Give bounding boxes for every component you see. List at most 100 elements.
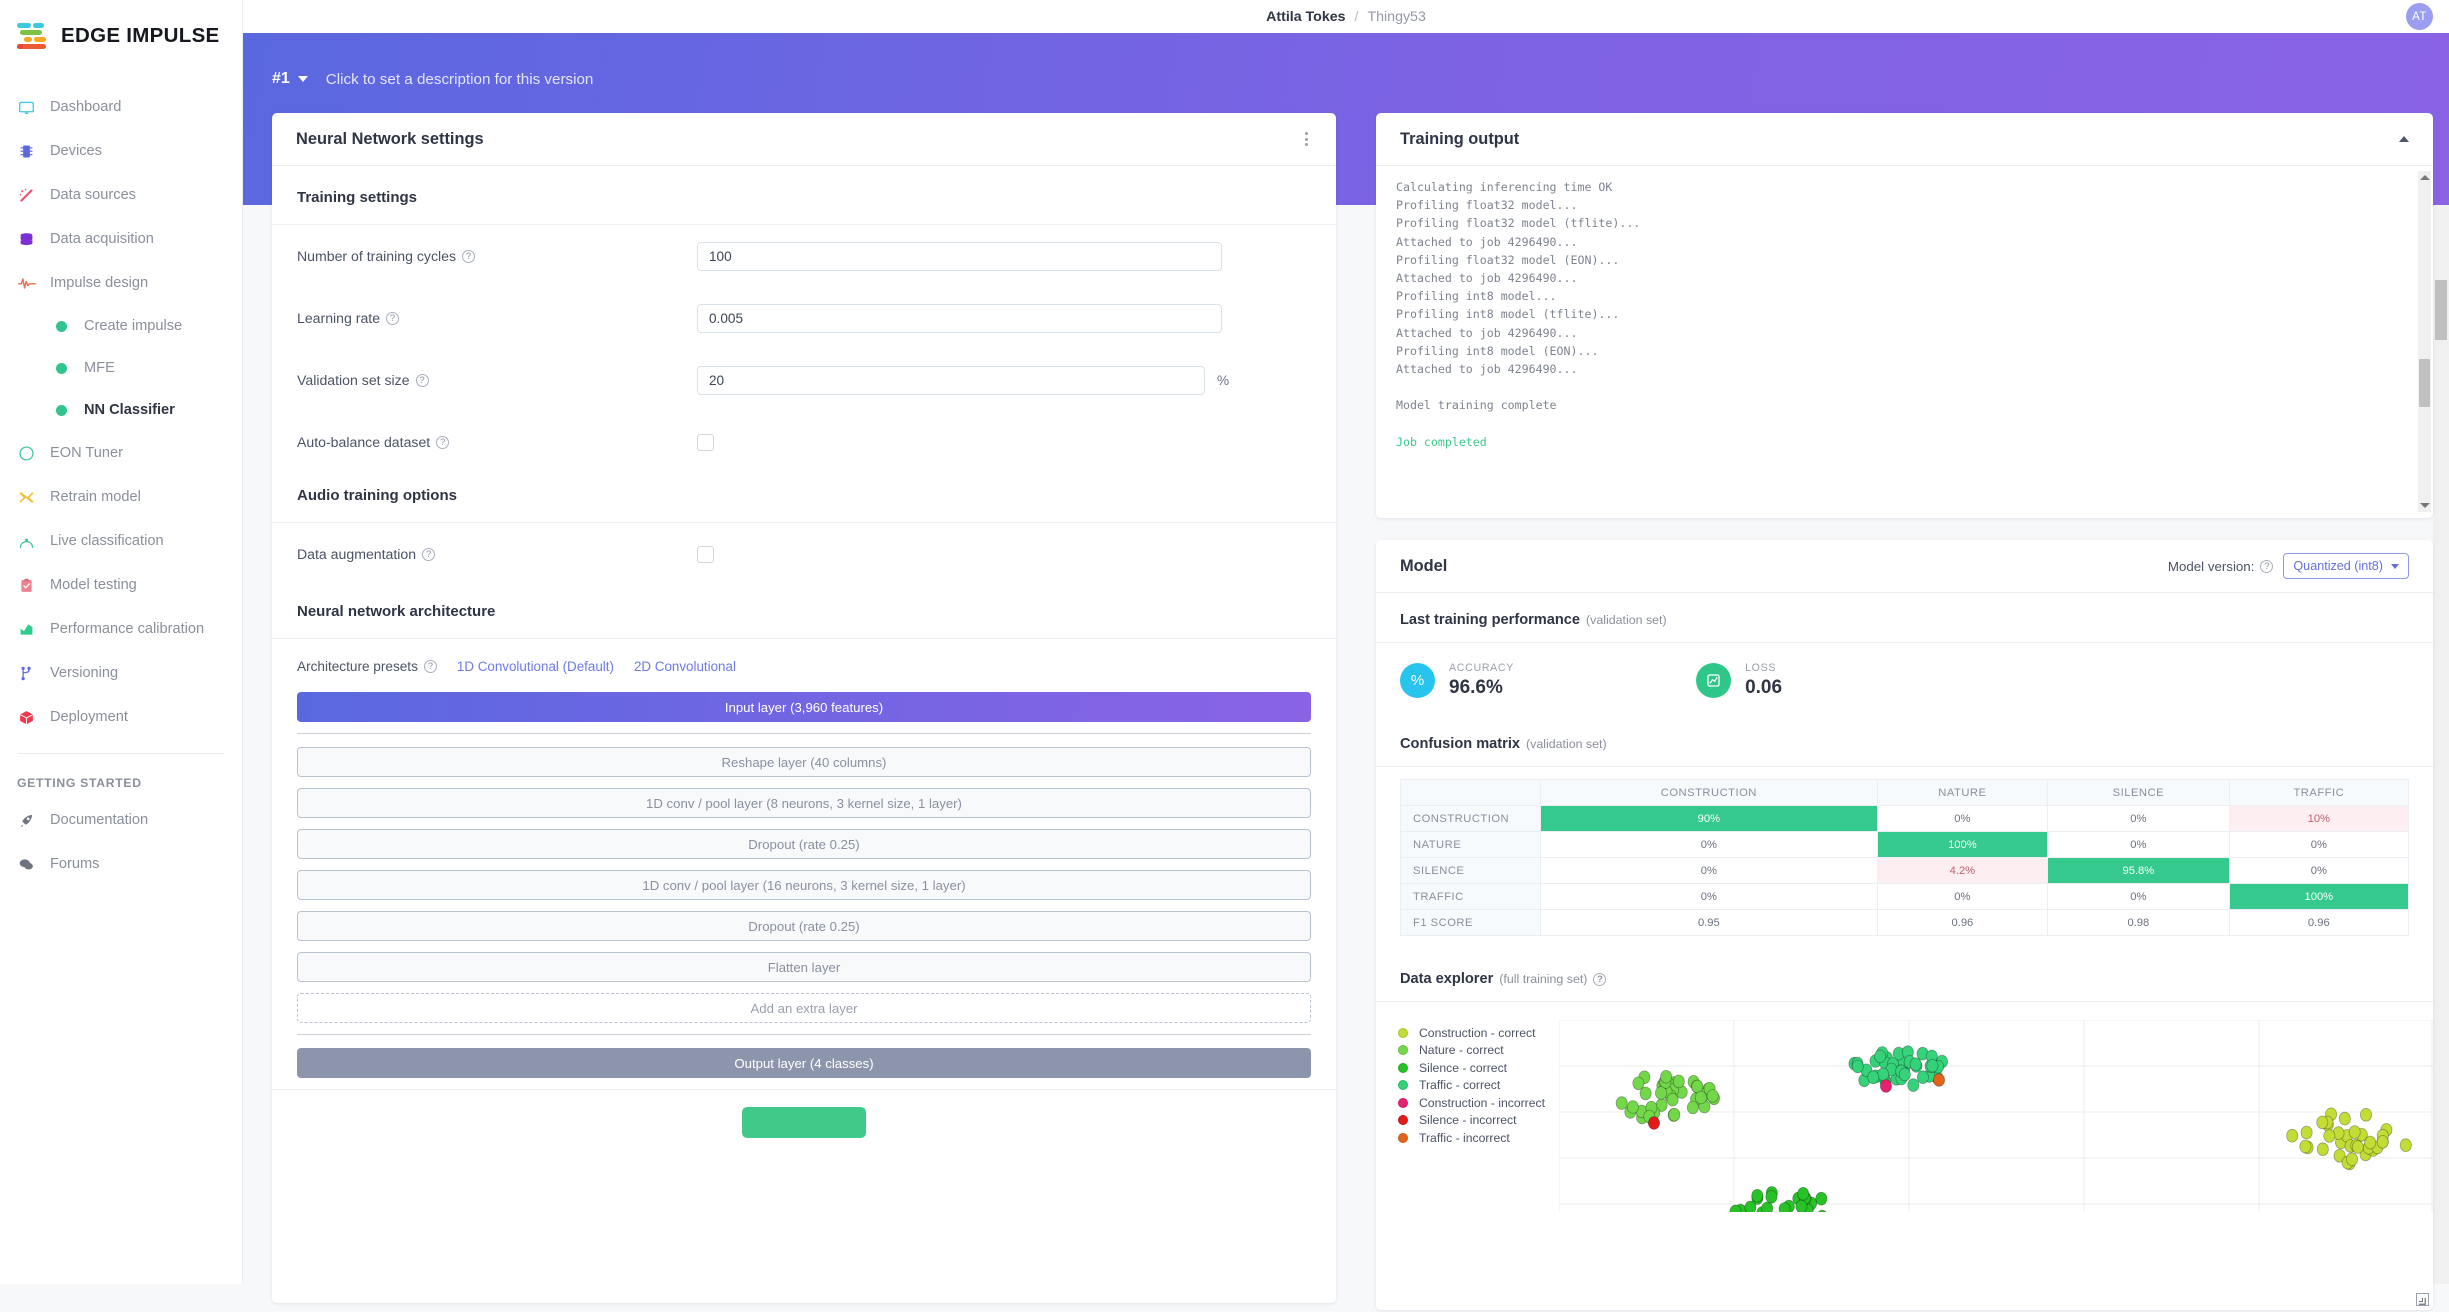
matrix-cell: 95.8% bbox=[2047, 857, 2230, 884]
legend-label: Traffic - correct bbox=[1419, 1078, 1501, 1093]
metric-label: LOSS bbox=[1745, 662, 1777, 674]
matrix-cell: 0.95 bbox=[1540, 909, 1878, 936]
data-explorer-scatter-plot[interactable] bbox=[1559, 1020, 2433, 1212]
preset-1d-convolutional[interactable]: 1D Convolutional (Default) bbox=[457, 659, 614, 674]
metric-loss: LOSS 0.06 bbox=[1696, 662, 1782, 699]
percent-icon: % bbox=[1400, 663, 1435, 698]
help-icon[interactable]: ? bbox=[386, 311, 400, 325]
layer-conv-pool-8[interactable]: 1D conv / pool layer (8 neurons, 3 kerne… bbox=[297, 788, 1311, 818]
legend-color-dot-icon bbox=[1398, 1045, 1408, 1056]
sidebar-item-versioning[interactable]: Versioning bbox=[0, 651, 242, 695]
matrix-column-header: SILENCE bbox=[2047, 779, 2230, 806]
help-icon[interactable]: ? bbox=[415, 373, 429, 387]
log-scrollbar-thumb[interactable] bbox=[2419, 359, 2430, 407]
layer-reshape[interactable]: Reshape layer (40 columns) bbox=[297, 747, 1311, 777]
add-extra-layer-button[interactable]: Add an extra layer bbox=[297, 993, 1311, 1023]
sidebar-item-create-impulse[interactable]: Create impulse bbox=[0, 305, 242, 347]
page-scrollbar-thumb[interactable] bbox=[2435, 280, 2447, 340]
sidebar-item-forums[interactable]: Forums bbox=[0, 842, 242, 886]
legend-color-dot-icon bbox=[1398, 1132, 1408, 1143]
sidebar-item-model-testing[interactable]: Model testing bbox=[0, 563, 242, 607]
sidebar-item-impulse-design[interactable]: Impulse design bbox=[0, 261, 242, 305]
breadcrumb-separator: / bbox=[1354, 8, 1359, 25]
field-learning-rate: Learning rate ? bbox=[272, 287, 1336, 349]
training-log[interactable]: Calculating inferencing time OK Profiling… bbox=[1376, 166, 2433, 518]
start-training-button[interactable] bbox=[742, 1107, 866, 1138]
training-cycles-input[interactable] bbox=[697, 241, 1222, 271]
sidebar-item-data-acquisition[interactable]: Data acquisition bbox=[0, 217, 242, 261]
log-scrollbar[interactable] bbox=[2418, 171, 2431, 512]
sidebar-item-label: Data acquisition bbox=[50, 231, 154, 247]
legend-item[interactable]: Silence - incorrect bbox=[1398, 1112, 1545, 1130]
sidebar-item-devices[interactable]: Devices bbox=[0, 129, 242, 173]
version-description[interactable]: Click to set a description for this vers… bbox=[326, 71, 594, 88]
matrix-row-header: SILENCE bbox=[1400, 857, 1541, 884]
layer-output[interactable]: Output layer (4 classes) bbox=[297, 1048, 1311, 1078]
resize-handle[interactable] bbox=[2416, 1293, 2429, 1306]
page-scrollbar[interactable] bbox=[2433, 33, 2449, 1284]
legend-item[interactable]: Nature - correct bbox=[1398, 1042, 1545, 1060]
layer-conv-pool-16[interactable]: 1D conv / pool layer (16 neurons, 3 kern… bbox=[297, 870, 1311, 900]
help-icon[interactable]: ? bbox=[436, 435, 450, 449]
sidebar-item-mfe[interactable]: MFE bbox=[0, 347, 242, 389]
layer-input[interactable]: Input layer (3,960 features) bbox=[297, 692, 1311, 722]
sidebar-item-live-classification[interactable]: Live classification bbox=[0, 519, 242, 563]
version-number[interactable]: #1 bbox=[272, 70, 290, 88]
legend-item[interactable]: Silence - correct bbox=[1398, 1059, 1545, 1077]
scroll-up-arrow-icon[interactable] bbox=[2419, 175, 2430, 180]
help-icon[interactable]: ? bbox=[422, 547, 436, 561]
chevron-up-icon[interactable] bbox=[2399, 136, 2409, 142]
sidebar: EDGE IMPULSE Dashboard Devices Data sour… bbox=[0, 0, 243, 1284]
matrix-cell: 0% bbox=[1540, 883, 1878, 910]
monitor-icon bbox=[17, 98, 36, 117]
log-line: Profiling float32 model... bbox=[1396, 198, 1578, 213]
legend-item[interactable]: Traffic - correct bbox=[1398, 1077, 1545, 1095]
chevron-down-icon[interactable] bbox=[297, 76, 308, 82]
matrix-cell: 0% bbox=[2228, 831, 2410, 858]
sidebar-item-data-sources[interactable]: Data sources bbox=[0, 173, 242, 217]
legend-item[interactable]: Construction - incorrect bbox=[1398, 1094, 1545, 1112]
sidebar-item-performance-calibration[interactable]: Performance calibration bbox=[0, 607, 242, 651]
help-icon[interactable]: ? bbox=[2260, 559, 2274, 573]
sidebar-item-dashboard[interactable]: Dashboard bbox=[0, 85, 242, 129]
legend-item[interactable]: Construction - correct bbox=[1398, 1024, 1545, 1042]
sidebar-item-label: Documentation bbox=[50, 812, 149, 828]
sidebar-item-label: Live classification bbox=[50, 533, 164, 549]
validation-set-size-input[interactable] bbox=[697, 365, 1205, 395]
sidebar-item-label: EON Tuner bbox=[50, 445, 123, 461]
more-options-icon[interactable] bbox=[1301, 128, 1312, 150]
metric-accuracy: % ACCURACY 96.6% bbox=[1400, 662, 1514, 699]
sidebar-item-label: Data sources bbox=[50, 187, 136, 203]
edge-impulse-logo-icon bbox=[17, 22, 50, 49]
preset-2d-convolutional[interactable]: 2D Convolutional bbox=[634, 659, 736, 674]
brand-logo[interactable]: EDGE IMPULSE bbox=[0, 0, 242, 49]
help-icon[interactable]: ? bbox=[1593, 972, 1607, 986]
data-augmentation-checkbox[interactable] bbox=[697, 545, 714, 563]
model-version-select[interactable]: Quantized (int8) bbox=[2283, 553, 2409, 579]
sidebar-item-documentation[interactable]: Documentation bbox=[0, 798, 242, 842]
avatar[interactable]: AT bbox=[2406, 3, 2433, 30]
sidebar-item-label: Forums bbox=[50, 856, 100, 872]
field-validation-set-size: Validation set size ? % bbox=[272, 349, 1336, 411]
breadcrumb-project[interactable]: Thingy53 bbox=[1367, 9, 1425, 25]
help-icon[interactable]: ? bbox=[462, 249, 476, 263]
learning-rate-input[interactable] bbox=[697, 303, 1222, 333]
layer-dropout-1[interactable]: Dropout (rate 0.25) bbox=[297, 829, 1311, 859]
layer-flatten[interactable]: Flatten layer bbox=[297, 952, 1311, 982]
legend-color-dot-icon bbox=[1398, 1062, 1408, 1073]
breadcrumb-user[interactable]: Attila Tokes bbox=[1266, 9, 1345, 25]
legend-item[interactable]: Traffic - incorrect bbox=[1398, 1129, 1545, 1147]
legend-label: Traffic - incorrect bbox=[1419, 1130, 1510, 1145]
scroll-down-arrow-icon[interactable] bbox=[2419, 503, 2430, 508]
matrix-cell: 0% bbox=[2047, 831, 2230, 858]
sidebar-item-nn-classifier[interactable]: NN Classifier bbox=[0, 389, 242, 431]
field-auto-balance-dataset: Auto-balance dataset ? bbox=[272, 411, 1336, 473]
sidebar-item-deployment[interactable]: Deployment bbox=[0, 695, 242, 739]
help-icon[interactable]: ? bbox=[423, 660, 437, 673]
sidebar-item-eon-tuner[interactable]: EON Tuner bbox=[0, 431, 242, 475]
layer-dropout-2[interactable]: Dropout (rate 0.25) bbox=[297, 911, 1311, 941]
sidebar-item-label: Retrain model bbox=[50, 489, 141, 505]
log-line: Attached to job 4296490... bbox=[1396, 362, 1578, 377]
auto-balance-checkbox[interactable] bbox=[697, 433, 714, 451]
sidebar-item-retrain-model[interactable]: Retrain model bbox=[0, 475, 242, 519]
